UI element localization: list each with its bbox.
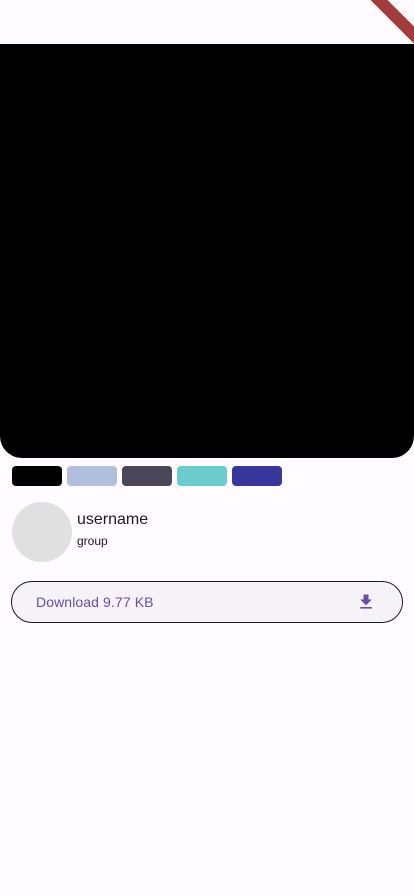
color-swatch — [67, 466, 117, 486]
color-swatch — [122, 466, 172, 486]
username-label: username — [77, 511, 149, 528]
color-swatch — [12, 466, 62, 486]
group-label: group — [77, 534, 108, 548]
avatar[interactable] — [12, 502, 72, 562]
status-bar — [0, 0, 414, 44]
image-preview — [0, 44, 414, 458]
user-info: username group — [12, 502, 148, 562]
download-button[interactable]: Download 9.77 KB — [11, 581, 403, 623]
download-label: Download 9.77 KB — [36, 594, 154, 610]
user-text: username group — [77, 510, 148, 548]
color-palette — [12, 466, 282, 486]
color-swatch — [177, 466, 227, 486]
download-icon — [360, 594, 372, 609]
color-swatch — [232, 466, 282, 486]
